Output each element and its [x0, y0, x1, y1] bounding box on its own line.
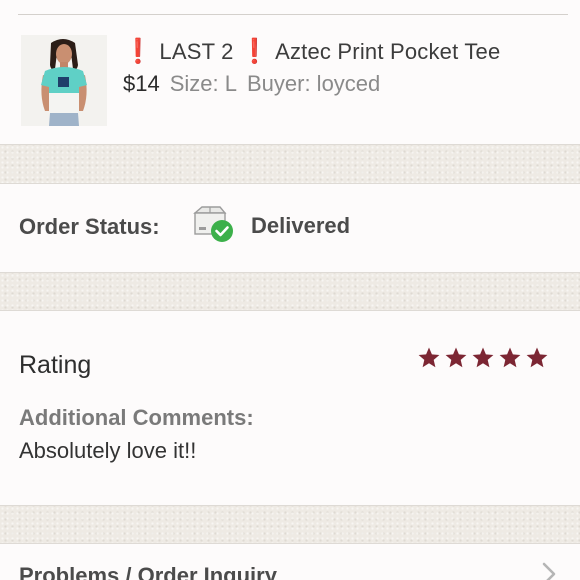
comments-text: Absolutely love it!!	[19, 438, 197, 463]
star-icon	[499, 347, 521, 368]
chevron-right-icon[interactable]	[540, 561, 558, 580]
star-rating	[417, 346, 549, 372]
section-separator	[0, 273, 580, 310]
section-separator	[0, 506, 580, 543]
item-name: Aztec Print Pocket Tee	[275, 39, 501, 64]
product-thumbnail[interactable]	[21, 35, 107, 126]
star-icon	[526, 347, 548, 368]
rating-label: Rating	[19, 351, 92, 379]
badge-text: LAST 2	[159, 39, 234, 64]
exclamation-icon: ❗	[123, 38, 154, 65]
buyer: Buyer: loyced	[246, 71, 381, 96]
divider	[18, 14, 568, 15]
order-status-value: Delivered	[251, 213, 351, 238]
price: $14	[123, 71, 160, 96]
star-icon	[418, 347, 440, 368]
problems-inquiry-label[interactable]: Problems / Order Inquiry	[19, 563, 277, 580]
comments-label: Additional Comments:	[19, 405, 254, 430]
size: Size: L	[169, 71, 237, 96]
listing-meta: $14 Size: L Buyer: loyced	[123, 71, 380, 97]
star-icon	[472, 347, 494, 368]
listing-title[interactable]: ❗ LAST 2 ❗ Aztec Print Pocket Tee	[123, 37, 500, 66]
star-icon	[445, 347, 467, 368]
box-delivered-check-icon	[192, 205, 236, 245]
section-separator	[0, 145, 580, 183]
order-status-label: Order Status:	[19, 214, 160, 239]
exclamation-icon: ❗	[239, 38, 270, 65]
